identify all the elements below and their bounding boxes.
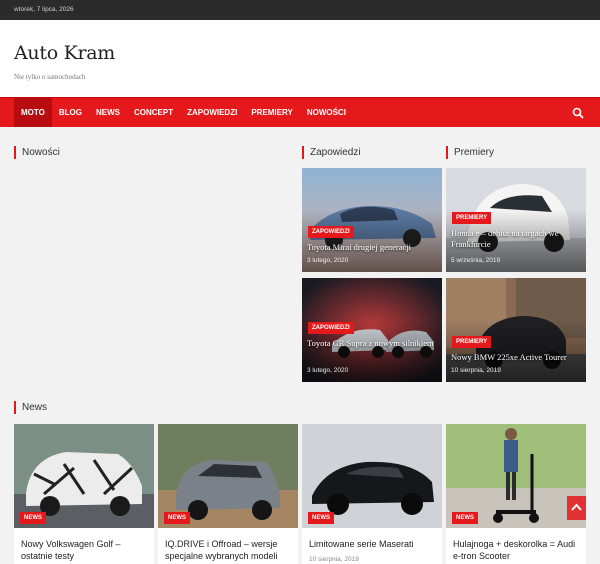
nav-item-blog[interactable]: BLOG bbox=[52, 98, 89, 127]
article-title[interactable]: Toyota GR Supra z nowym silnikiem bbox=[307, 338, 437, 349]
nav-item-moto[interactable]: MOTO bbox=[14, 98, 52, 127]
section-title-premiery: Premiery bbox=[446, 146, 494, 159]
category-badge[interactable]: PREMIERY bbox=[452, 336, 492, 348]
scroll-to-top-button[interactable] bbox=[567, 496, 586, 520]
section-title-zapowiedzi: Zapowiedzi bbox=[302, 146, 361, 159]
article-title[interactable]: IQ.DRIVE i Offroad – wersje specjalne wy… bbox=[165, 538, 293, 562]
article-title[interactable]: Toyota Mirai drugiej generacji bbox=[307, 242, 437, 253]
article-date: 3 lutego, 2020 bbox=[307, 367, 349, 374]
nav-item-concept[interactable]: CONCEPT bbox=[127, 98, 180, 127]
site-header: Auto Kram Nie tylko o samochodach bbox=[0, 20, 600, 97]
search-icon[interactable] bbox=[572, 107, 584, 119]
section-title-nowosci: Nowości bbox=[14, 146, 60, 159]
current-date: wtorek, 7 lipca, 2026 bbox=[14, 6, 74, 13]
nav-item-zapowiedzi[interactable]: ZAPOWIEDZI bbox=[180, 98, 244, 127]
article-title[interactable]: Honda e – debiut na targach we Frankfurc… bbox=[451, 228, 581, 250]
chevron-up-icon bbox=[571, 503, 582, 511]
category-badge[interactable]: ZAPOWIEDZI bbox=[308, 322, 354, 334]
article-title[interactable]: Hulajnoga + deskorolka = Audi e-tron Sco… bbox=[453, 538, 581, 562]
category-badge[interactable]: NEWS bbox=[452, 512, 478, 524]
news-card[interactable]: NEWS Limitowane serie Maserati 10 sierpn… bbox=[302, 424, 442, 564]
category-badge[interactable]: NEWS bbox=[308, 512, 334, 524]
main-navigation: MOTO BLOG NEWS CONCEPT ZAPOWIEDZI PREMIE… bbox=[0, 97, 600, 127]
site-title[interactable]: Auto Kram bbox=[14, 42, 586, 64]
category-badge[interactable]: ZAPOWIEDZI bbox=[308, 226, 354, 238]
nav-item-nowosci[interactable]: NOWOŚCI bbox=[300, 98, 353, 127]
news-card[interactable]: NEWS Hulajnoga + deskorolka = Audi e-tro… bbox=[446, 424, 586, 564]
category-badge[interactable]: PREMIERY bbox=[452, 212, 492, 224]
section-title-news: News bbox=[14, 401, 47, 414]
top-bar: wtorek, 7 lipca, 2026 bbox=[0, 0, 600, 20]
site-tagline: Nie tylko o samochodach bbox=[14, 73, 86, 81]
article-title[interactable]: Nowy Volkswagen Golf – ostatnie testy bbox=[21, 538, 149, 562]
article-title[interactable]: Nowy BMW 225xe Active Tourer bbox=[451, 352, 581, 363]
article-date: 10 sierpnia, 2019 bbox=[451, 367, 501, 374]
category-badge[interactable]: NEWS bbox=[20, 512, 46, 524]
premiery-card[interactable]: PREMIERY Honda e – debiut na targach we … bbox=[446, 168, 586, 272]
news-card[interactable]: NEWS Nowy Volkswagen Golf – ostatnie tes… bbox=[14, 424, 154, 564]
nav-item-premiery[interactable]: PREMIERY bbox=[244, 98, 300, 127]
article-date: 3 lutego, 2020 bbox=[307, 257, 349, 264]
premiery-card[interactable]: PREMIERY Nowy BMW 225xe Active Tourer 10… bbox=[446, 278, 586, 382]
article-date: 5 września, 2019 bbox=[451, 257, 501, 264]
article-title[interactable]: Limitowane serie Maserati bbox=[309, 538, 437, 550]
news-card[interactable]: NEWS IQ.DRIVE i Offroad – wersje specjal… bbox=[158, 424, 298, 564]
zapowiedzi-card[interactable]: ZAPOWIEDZI Toyota Mirai drugiej generacj… bbox=[302, 168, 442, 272]
zapowiedzi-card[interactable]: ZAPOWIEDZI Toyota GR Supra z nowym silni… bbox=[302, 278, 442, 382]
nav-item-news[interactable]: NEWS bbox=[89, 98, 127, 127]
category-badge[interactable]: NEWS bbox=[164, 512, 190, 524]
